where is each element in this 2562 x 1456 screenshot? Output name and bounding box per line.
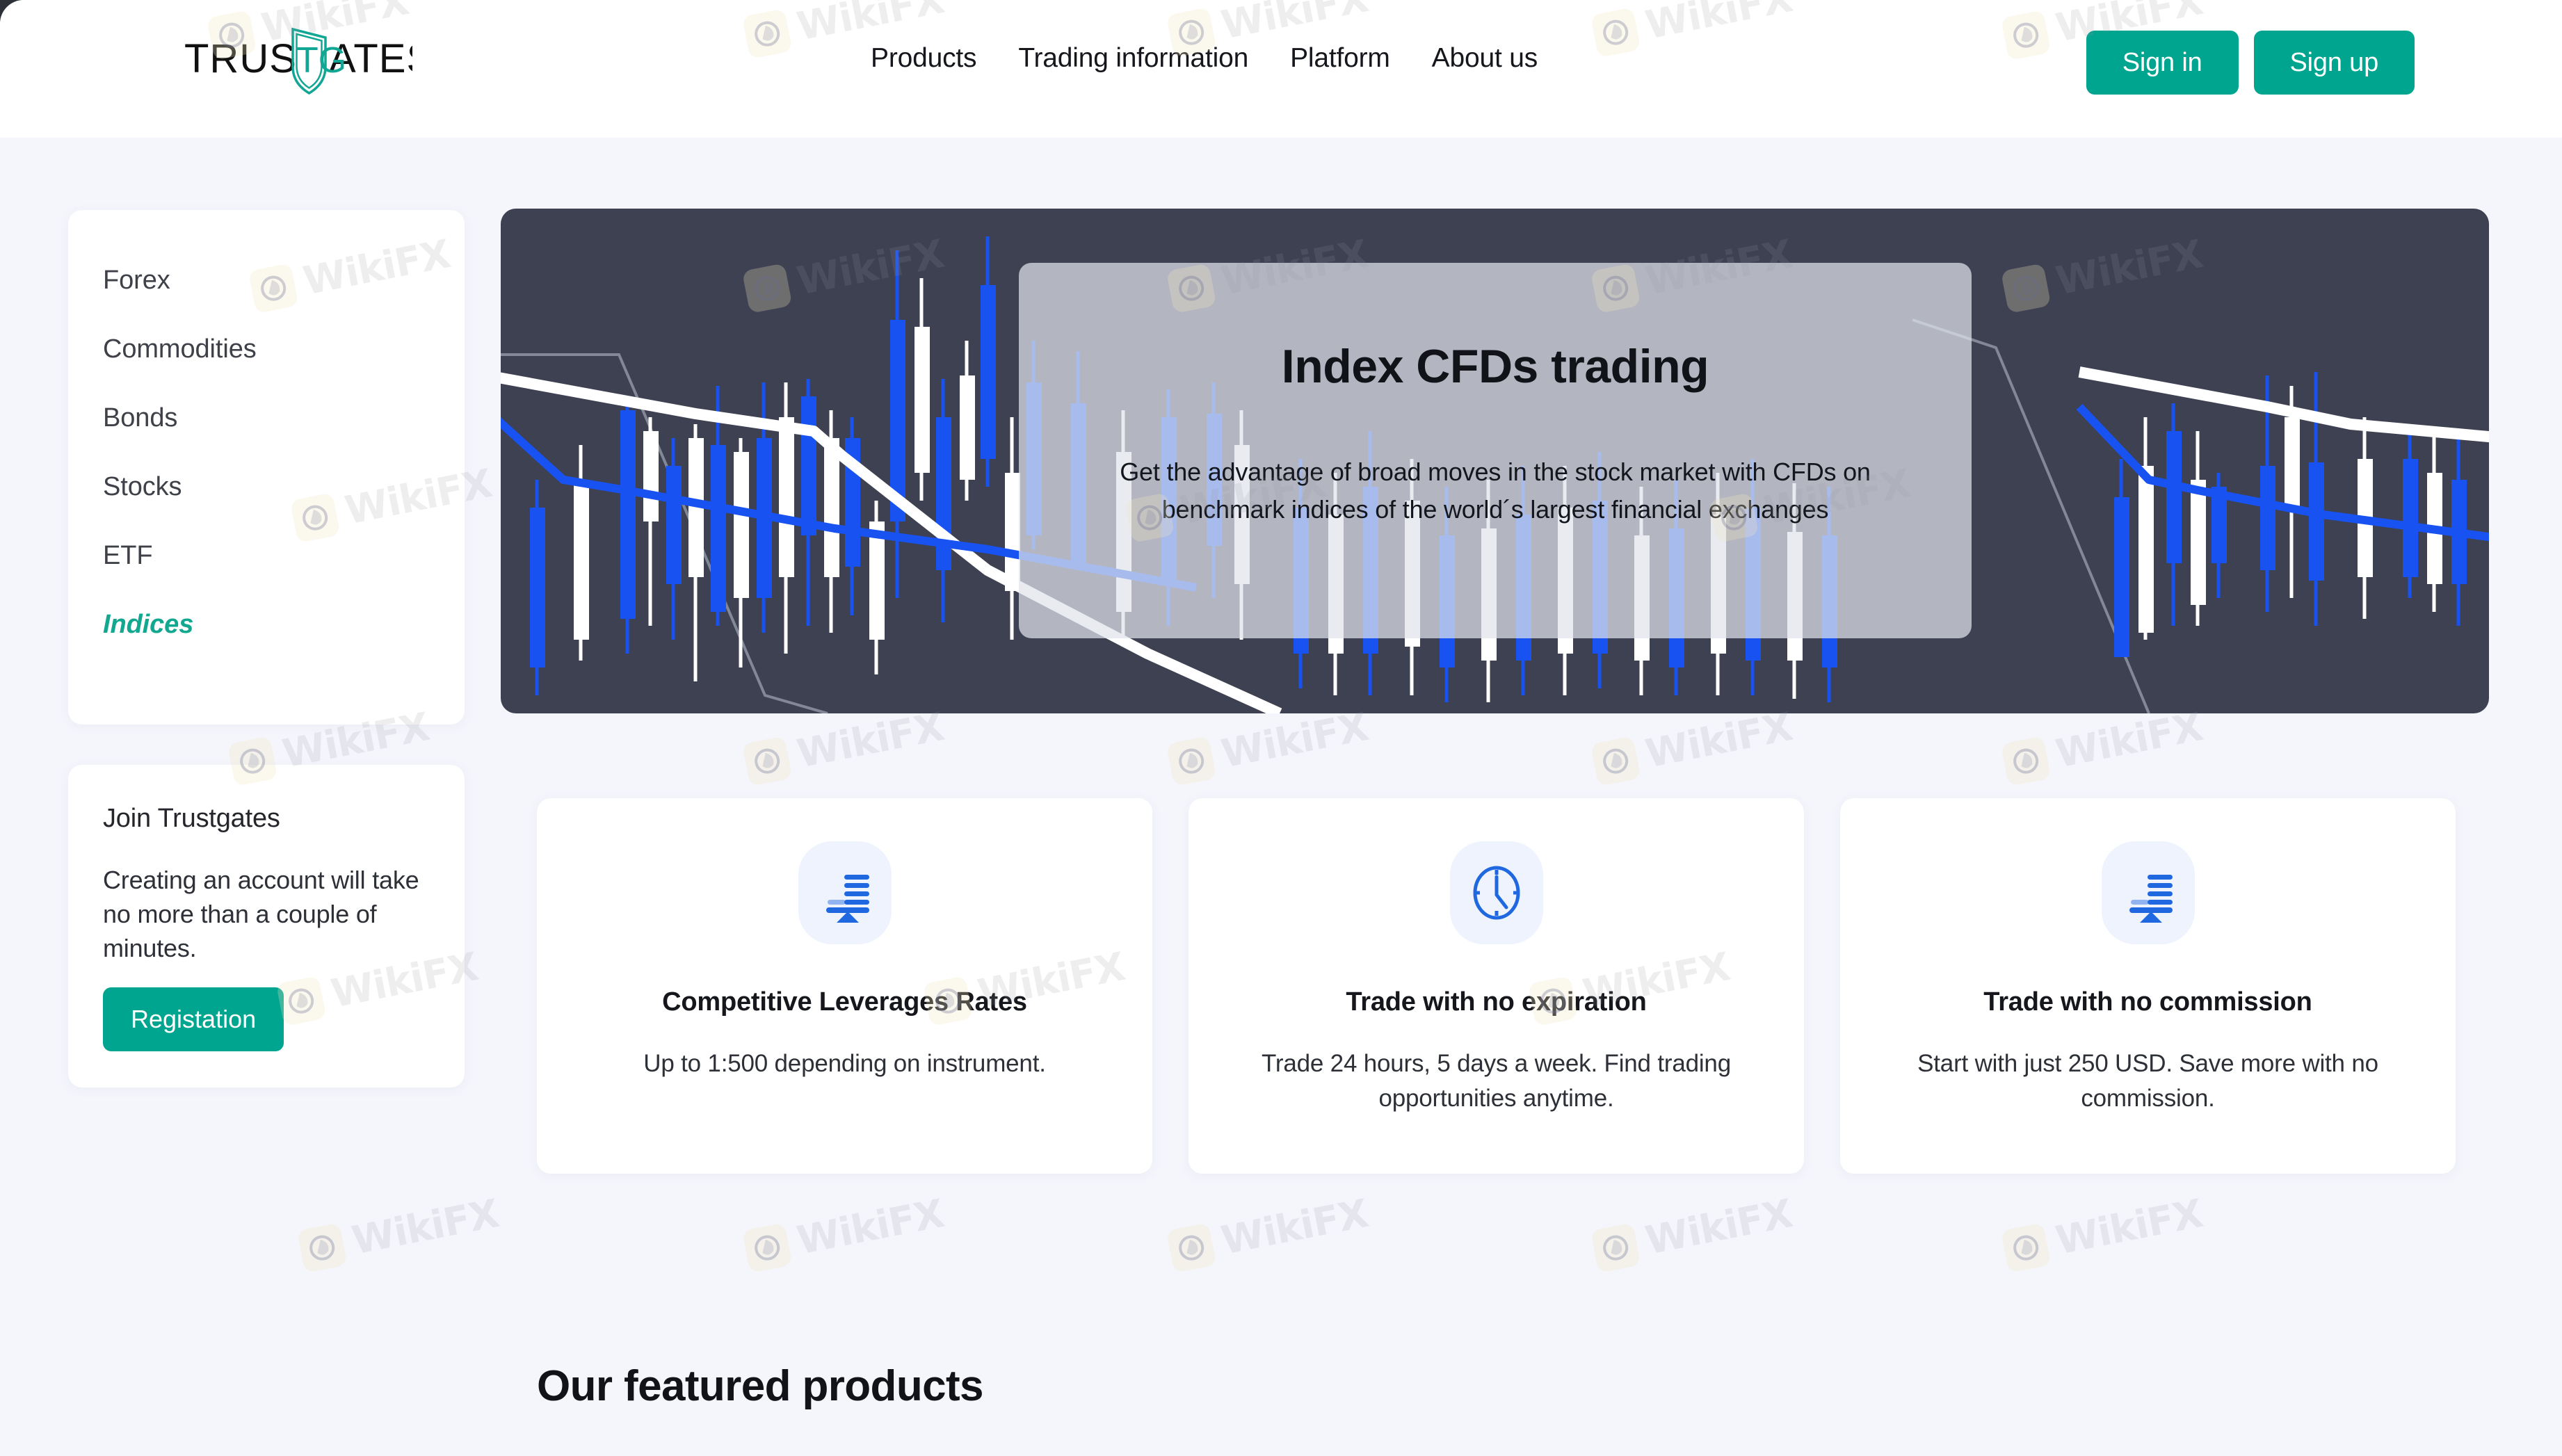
sidebar-item-commodities[interactable]: Commodities [68, 315, 465, 384]
site-header: TRUS ATES TG Products Trading informatio… [0, 0, 2562, 138]
leverage-scale-icon [2101, 841, 2195, 944]
svg-text:TG: TG [296, 40, 346, 81]
feature-description: Up to 1:500 depending on instrument. [643, 1050, 1046, 1077]
sign-up-button[interactable]: Sign up [2253, 31, 2415, 95]
nav-item-platform[interactable]: Platform [1269, 43, 1411, 74]
sidebar-item-indices[interactable]: Indices [68, 590, 465, 659]
hero-banner: Index CFDs trading Get the advantage of … [501, 209, 2489, 713]
join-card-text: Creating an account will take no more th… [103, 866, 419, 962]
join-card-title: Join Trustgates [103, 804, 280, 833]
auth-buttons: Sign in Sign up [2086, 31, 2415, 95]
feature-description: Trade 24 hours, 5 days a week. Find trad… [1262, 1050, 1731, 1112]
sidebar-item-stocks[interactable]: Stocks [68, 453, 465, 521]
feature-title: Competitive Leverages Rates [662, 987, 1027, 1017]
nav-item-products[interactable]: Products [850, 43, 997, 74]
logo[interactable]: TRUS ATES TG [179, 22, 416, 99]
nav-item-trading-information[interactable]: Trading information [997, 43, 1269, 74]
join-trustgates-card: Join Trustgates Creating an account will… [68, 765, 465, 1087]
feature-description: Start with just 250 USD. Save more with … [1917, 1050, 2378, 1112]
clock-glyph [1473, 866, 1520, 920]
hero-text-overlay: Index CFDs trading Get the advantage of … [1019, 263, 1972, 638]
sidebar: Forex Commodities Bonds Stocks ETF Indic… [68, 210, 465, 1087]
sidebar-item-etf[interactable]: ETF [68, 521, 465, 590]
browser-window: TRUS ATES TG Products Trading informatio… [0, 0, 2562, 1456]
svg-text:TRUS: TRUS [184, 36, 297, 81]
leverage-scale-glyph [2129, 875, 2173, 923]
main-navigation: Products Trading information Platform Ab… [850, 43, 1558, 74]
feature-card-commission: Trade with no commission Start with just… [1840, 798, 2456, 1174]
feature-card-expiration: Trade with no expiration Trade 24 hours,… [1189, 798, 1804, 1174]
leverage-scale-glyph [825, 875, 869, 923]
feature-title: Trade with no expiration [1346, 987, 1647, 1017]
sidebar-item-bonds[interactable]: Bonds [68, 384, 465, 453]
category-nav-card: Forex Commodities Bonds Stocks ETF Indic… [68, 210, 465, 725]
trustgates-logo-icon: TRUS ATES TG [184, 27, 412, 95]
feature-title: Trade with no commission [1983, 987, 2312, 1017]
feature-card-leverage: Competitive Leverages Rates Up to 1:500 … [537, 798, 1152, 1174]
hero-title: Index CFDs trading [1281, 340, 1709, 393]
hero-subtitle: Get the advantage of broad moves in the … [1120, 458, 1871, 524]
registration-button[interactable]: Registation [103, 987, 284, 1051]
feature-cards: Competitive Leverages Rates Up to 1:500 … [537, 798, 2456, 1174]
nav-item-about-us[interactable]: About us [1411, 43, 1558, 74]
leverage-scale-icon [798, 841, 892, 944]
sidebar-item-forex[interactable]: Forex [68, 246, 465, 315]
clock-icon [1449, 841, 1543, 944]
sign-in-button[interactable]: Sign in [2086, 31, 2239, 95]
page-body: Forex Commodities Bonds Stocks ETF Indic… [0, 138, 2562, 1456]
featured-products-heading: Our featured products [537, 1362, 984, 1410]
